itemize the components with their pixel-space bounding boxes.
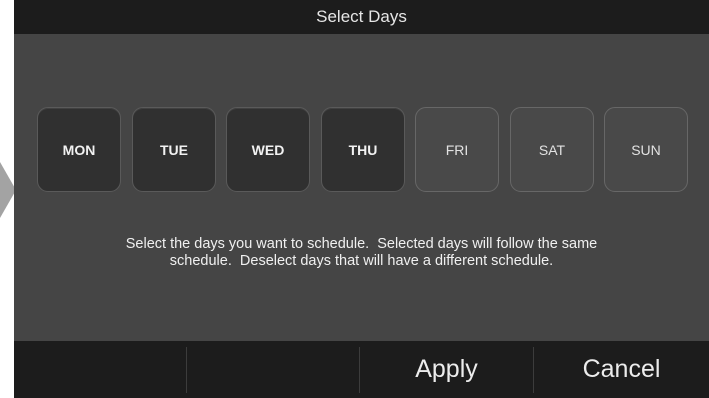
day-selector: MON TUE WED THU FRI SAT SUN — [37, 107, 688, 192]
day-button-tue[interactable]: TUE — [132, 107, 216, 192]
day-label: THU — [348, 141, 378, 158]
day-label: WED — [251, 141, 285, 158]
blank-button-1 — [14, 341, 186, 398]
instructions-text: Select the days you want to schedule. Se… — [34, 236, 689, 270]
page-title: Select Days — [316, 7, 407, 26]
day-button-sun[interactable]: SUN — [604, 107, 688, 192]
day-button-fri[interactable]: FRI — [415, 107, 499, 192]
bottom-bar: Apply Cancel — [14, 341, 709, 398]
day-label: FRI — [445, 141, 469, 158]
apply-button[interactable]: Apply — [360, 341, 533, 398]
select-days-screen: Select Days MON TUE WED THU FRI SAT SUN … — [14, 0, 709, 398]
day-button-wed[interactable]: WED — [226, 107, 310, 192]
blank-button-2 — [187, 341, 359, 398]
day-button-mon[interactable]: MON — [37, 107, 121, 192]
day-button-thu[interactable]: THU — [321, 107, 405, 192]
day-button-sat[interactable]: SAT — [510, 107, 594, 192]
day-label: MON — [62, 141, 96, 158]
day-label: TUE — [160, 141, 188, 158]
day-label: SUN — [631, 141, 661, 158]
instructions-line-2: schedule. Deselect days that will have a… — [169, 253, 554, 269]
title-bar: Select Days — [14, 0, 709, 34]
cancel-button[interactable]: Cancel — [534, 341, 709, 398]
instructions-line-1: Select the days you want to schedule. Se… — [125, 236, 598, 252]
day-label: SAT — [538, 141, 566, 158]
